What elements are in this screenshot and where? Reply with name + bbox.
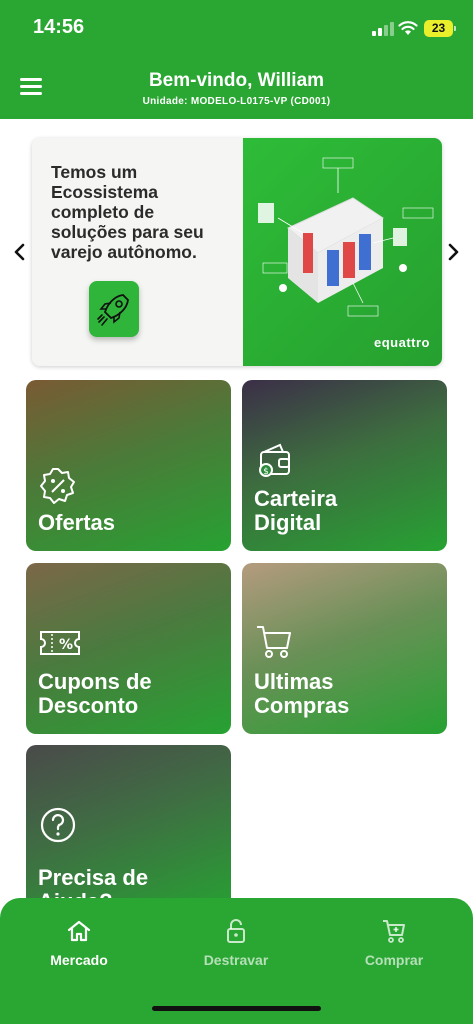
unit-subtitle: Unidade: MODELO-L0175-VP (CD001) <box>142 96 331 107</box>
tile-ultimas-compras[interactable]: Ultimas Compras <box>242 563 447 734</box>
tile-label: Ofertas <box>38 510 116 535</box>
brand-logo: equattro <box>374 335 430 350</box>
help-icon <box>40 807 76 843</box>
battery-indicator: 23 <box>424 20 456 37</box>
cellular-signal-icon <box>372 22 394 36</box>
cart-icon <box>383 920 405 943</box>
wallet-icon: $ <box>259 443 290 477</box>
banner-text: Temos um Ecossistema completo de soluçõe… <box>51 162 204 262</box>
nav-label: Mercado <box>50 952 108 968</box>
promo-banner[interactable]: Temos um Ecossistema completo de soluçõe… <box>32 138 442 366</box>
status-bar: 14:56 23 <box>0 0 473 56</box>
welcome-title: Bem-vindo, William <box>148 70 325 91</box>
nav-label: Destravar <box>203 952 269 968</box>
discount-badge-icon <box>40 468 75 504</box>
nav-comprar[interactable]: Comprar <box>334 918 454 968</box>
status-time: 14:56 <box>33 16 85 38</box>
cart-icon <box>257 626 291 658</box>
app-header: 14:56 23 Bem-vindo, William Unidade: MOD… <box>0 0 473 119</box>
chevron-right-icon[interactable] <box>443 240 463 264</box>
chevron-left-icon[interactable] <box>10 240 30 264</box>
tile-label: Ultimas Compras <box>254 669 350 718</box>
tile-label: Cupons de Desconto <box>38 669 152 718</box>
store-ecosystem-illustration <box>258 157 434 317</box>
tile-carteira-digital[interactable]: $ Carteira Digital <box>242 380 447 551</box>
unlock-icon <box>227 919 245 943</box>
nav-label: Comprar <box>364 952 424 968</box>
svg-text:$: $ <box>263 467 269 477</box>
svg-text:%: % <box>59 637 73 653</box>
wifi-icon <box>398 21 418 35</box>
tile-label: Carteira Digital <box>254 486 338 535</box>
tile-ofertas[interactable]: Ofertas <box>26 380 231 551</box>
banner-illustration: equattro <box>243 138 442 366</box>
nav-mercado[interactable]: Mercado <box>19 918 139 968</box>
home-icon <box>67 920 91 942</box>
coupon-icon: % <box>40 631 80 655</box>
tile-cupons-de-desconto[interactable]: % Cupons de Desconto <box>26 563 231 734</box>
tile-precisa-de-ajuda[interactable]: Precisa de Ajuda? <box>26 745 231 916</box>
rocket-icon <box>89 281 139 337</box>
home-indicator[interactable] <box>152 1006 321 1011</box>
nav-destravar[interactable]: Destravar <box>176 918 296 968</box>
banner-text-panel: Temos um Ecossistema completo de soluçõe… <box>32 138 243 366</box>
